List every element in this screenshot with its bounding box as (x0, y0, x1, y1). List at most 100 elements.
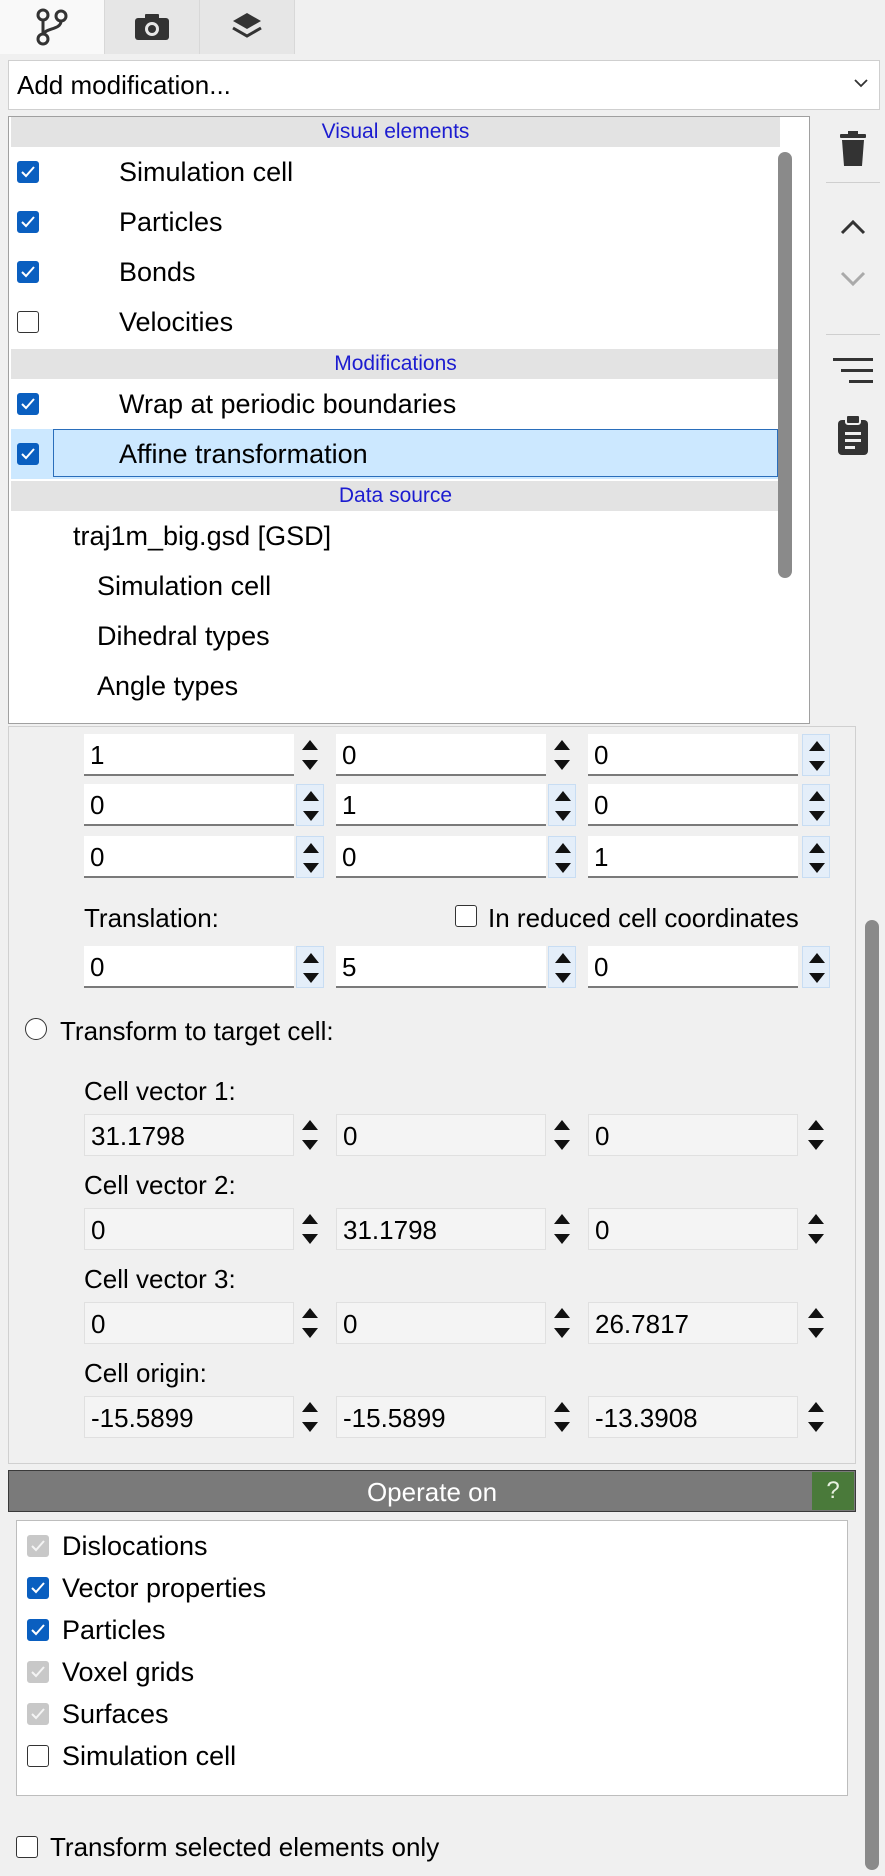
cell-origin-y-field[interactable]: -15.5899 (336, 1396, 546, 1438)
cell-origin-y-spinner[interactable] (548, 1396, 576, 1438)
translation-x-spinner[interactable] (296, 946, 324, 988)
item-label: Simulation cell (119, 157, 294, 187)
layers-icon (230, 10, 264, 44)
cell-vector3-z-spinner[interactable] (802, 1302, 830, 1344)
cell-vector1-y-spinner[interactable] (548, 1114, 576, 1156)
matrix-r1-c1-field[interactable]: 1 (84, 734, 294, 776)
move-up-button[interactable] (826, 206, 880, 252)
operate-item-voxel-grids[interactable]: Voxel grids (17, 1651, 847, 1693)
pipeline-item-affine-transformation[interactable]: Affine transformation (11, 429, 780, 479)
matrix-r3-c3-spinner[interactable] (802, 836, 830, 878)
matrix-r2-c3-field[interactable]: 0 (588, 784, 798, 826)
visual-checkbox-bonds[interactable] (17, 261, 39, 283)
matrix-r2-c3-spinner[interactable] (802, 784, 830, 826)
matrix-r3-c1-field[interactable]: 0 (84, 836, 294, 878)
matrix-r3-c3-field[interactable]: 1 (588, 836, 798, 878)
cell-vector1-x-field[interactable]: 31.1798 (84, 1114, 294, 1156)
pipeline-item-bonds[interactable]: Bonds (11, 247, 780, 297)
divider (826, 334, 880, 335)
section-visual-elements: Visual elements (11, 117, 780, 147)
translation-y-spinner[interactable] (548, 946, 576, 988)
delete-modifier-button[interactable] (826, 128, 880, 174)
translation-z-field[interactable]: 0 (588, 946, 798, 988)
add-modification-dropdown[interactable]: Add modification... (8, 60, 880, 110)
operate-checkbox-particles[interactable] (27, 1619, 49, 1641)
cell-vector2-x-spinner[interactable] (296, 1208, 324, 1250)
visual-checkbox-velocities[interactable] (17, 311, 39, 333)
reduced-coords-label: In reduced cell coordinates (488, 903, 799, 933)
pipeline-item-wrap-periodic[interactable]: Wrap at periodic boundaries (11, 379, 780, 429)
cell-vector3-y-spinner[interactable] (548, 1302, 576, 1344)
reduced-coords-checkbox[interactable] (455, 905, 477, 927)
visual-checkbox-particles[interactable] (17, 211, 39, 233)
matrix-r1-c3-field[interactable]: 0 (588, 734, 798, 776)
cell-origin-z-field[interactable]: -13.3908 (588, 1396, 798, 1438)
pipeline-list[interactable]: Visual elements Simulation cell Particle… (8, 116, 810, 724)
matrix-r3-c1-spinner[interactable] (296, 836, 324, 878)
cell-vector3-x-field[interactable]: 0 (84, 1302, 294, 1344)
cell-vector1-y-field[interactable]: 0 (336, 1114, 546, 1156)
manage-modifiers-button[interactable] (826, 350, 880, 396)
cell-origin-x-field[interactable]: -15.5899 (84, 1396, 294, 1438)
cell-vector1-z-spinner[interactable] (802, 1114, 830, 1156)
operate-item-simulation-cell[interactable]: Simulation cell (17, 1735, 847, 1777)
modifier-checkbox-wrap[interactable] (17, 393, 39, 415)
matrix-r1-c2-spinner[interactable] (548, 734, 576, 776)
data-source-file[interactable]: traj1m_big.gsd [GSD] (11, 511, 780, 561)
cell-vector2-z-field[interactable]: 0 (588, 1208, 798, 1250)
data-source-angle-types[interactable]: Angle types (11, 661, 780, 711)
pipeline-scrollbar[interactable] (778, 152, 792, 578)
tab-overlays[interactable] (200, 0, 295, 54)
move-down-button[interactable] (826, 258, 880, 304)
matrix-r2-c1-spinner[interactable] (296, 784, 324, 826)
cell-origin-z-spinner[interactable] (802, 1396, 830, 1438)
panel-scrollbar[interactable] (865, 920, 879, 1870)
tab-pipeline[interactable] (0, 0, 105, 54)
cell-origin-x-spinner[interactable] (296, 1396, 324, 1438)
help-button[interactable]: ? (812, 1472, 854, 1510)
cell-vector2-y-spinner[interactable] (548, 1208, 576, 1250)
pipeline-item-velocities[interactable]: Velocities (11, 297, 780, 347)
selected-only-checkbox[interactable] (16, 1836, 38, 1858)
operate-item-surfaces[interactable]: Surfaces (17, 1693, 847, 1735)
operate-item-dislocations[interactable]: Dislocations (17, 1525, 847, 1567)
translation-y-field[interactable]: 5 (336, 946, 546, 988)
translation-label: Translation: (84, 903, 219, 933)
translation-z-spinner[interactable] (802, 946, 830, 988)
operate-checkbox-simulation-cell[interactable] (27, 1745, 49, 1767)
matrix-r1-c2-field[interactable]: 0 (336, 734, 546, 776)
matrix-r2-c2-spinner[interactable] (548, 784, 576, 826)
data-source-dihedral-types[interactable]: Dihedral types (11, 611, 780, 661)
cell-vector3-y-field[interactable]: 0 (336, 1302, 546, 1344)
matrix-r1-c3-spinner[interactable] (802, 734, 830, 776)
cell-origin-label: Cell origin: (84, 1358, 207, 1388)
pipeline-item-particles[interactable]: Particles (11, 197, 780, 247)
matrix-r2-c2-field[interactable]: 1 (336, 784, 546, 826)
matrix-r2-c1-field[interactable]: 0 (84, 784, 294, 826)
cell-vector2-z-spinner[interactable] (802, 1208, 830, 1250)
cell-vector1-z-field[interactable]: 0 (588, 1114, 798, 1156)
cell-vector3-x-spinner[interactable] (296, 1302, 324, 1344)
modifier-checkbox-affine[interactable] (17, 443, 39, 465)
operate-checkbox-voxel-grids (27, 1661, 49, 1683)
matrix-r3-c2-field[interactable]: 0 (336, 836, 546, 878)
target-cell-radio[interactable] (25, 1018, 47, 1040)
operate-item-particles[interactable]: Particles (17, 1609, 847, 1651)
matrix-r1-c1-spinner[interactable] (296, 734, 324, 776)
matrix-r3-c2-spinner[interactable] (548, 836, 576, 878)
section-modifications: Modifications (11, 349, 780, 379)
data-source-simulation-cell[interactable]: Simulation cell (11, 561, 780, 611)
chevron-down-icon (839, 270, 867, 293)
copy-modifier-button[interactable] (826, 413, 880, 460)
translation-x-field[interactable]: 0 (84, 946, 294, 988)
operate-item-vector-properties[interactable]: Vector properties (17, 1567, 847, 1609)
cell-vector1-x-spinner[interactable] (296, 1114, 324, 1156)
cell-vector3-z-field[interactable]: 26.7817 (588, 1302, 798, 1344)
cell-vector2-x-field[interactable]: 0 (84, 1208, 294, 1250)
operate-checkbox-vector-properties[interactable] (27, 1577, 49, 1599)
cell-vector2-y-field[interactable]: 31.1798 (336, 1208, 546, 1250)
tab-render[interactable] (105, 0, 200, 54)
operate-on-list[interactable]: Dislocations Vector properties Particles… (16, 1520, 848, 1796)
visual-checkbox-simulation-cell[interactable] (17, 161, 39, 183)
pipeline-item-simulation-cell[interactable]: Simulation cell (11, 147, 780, 197)
